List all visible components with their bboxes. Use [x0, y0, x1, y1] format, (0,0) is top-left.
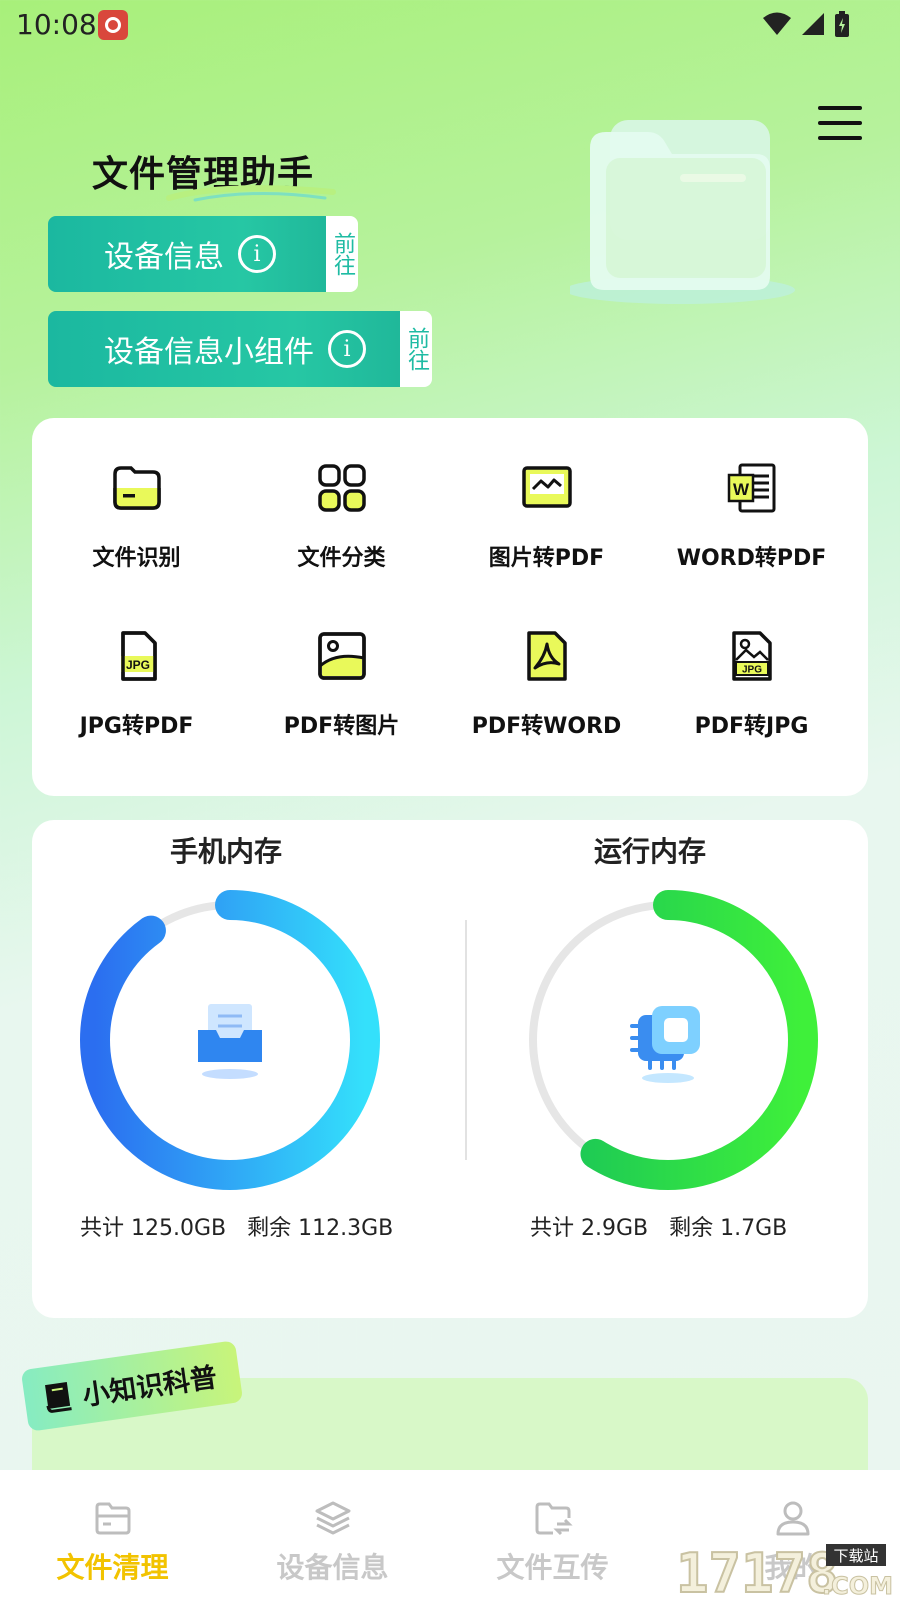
menu-line [818, 121, 862, 125]
phone-storage-title: 手机内存 [170, 835, 283, 868]
widget-button[interactable]: 设备信息小组件 i 前往 [48, 311, 432, 387]
device-info-button-main[interactable]: 设备信息 i [48, 216, 326, 292]
folder-icon [112, 466, 161, 510]
watermark-number: 17178 [676, 1542, 839, 1600]
folder-transfer-icon [535, 1502, 573, 1536]
menu-line [818, 136, 862, 140]
menu-button[interactable] [818, 106, 862, 140]
widget-label: 设备信息小组件 [104, 335, 314, 370]
nav-file-clean[interactable]: 文件清理 [0, 1470, 225, 1600]
signal-icon [802, 13, 824, 35]
jpg-image-icon: JPG [731, 631, 772, 681]
tool-pdf-to-jpg[interactable]: JPG PDF转JPG [647, 630, 856, 740]
status-bar: 10:08 [0, 0, 900, 50]
chip-icon [630, 1006, 700, 1083]
svg-text:JPG: JPG [741, 665, 761, 676]
nav-label: 设备信息 [276, 1551, 389, 1584]
ram-total: 共计 2.9GB [530, 1216, 649, 1241]
nav-device-info[interactable]: 设备信息 [220, 1470, 445, 1600]
tool-label: WORD转PDF [676, 546, 827, 571]
folder-illustration [570, 120, 795, 304]
grid-icon [317, 464, 366, 512]
widget-go-button[interactable]: 前往 [400, 311, 432, 387]
device-info-label: 设备信息 [104, 240, 224, 275]
nav-file-transfer[interactable]: 文件互传 [440, 1470, 665, 1600]
pdf-icon [526, 631, 567, 681]
watermark-sub: 下载站 [833, 1547, 878, 1565]
tool-label: 文件分类 [297, 546, 386, 571]
layers-icon [315, 1501, 350, 1535]
tool-jpg-to-pdf[interactable]: JPG JPG转PDF [32, 630, 241, 740]
phone-free: 剩余 112.3GB [247, 1216, 394, 1241]
tool-word-to-pdf[interactable]: W WORD转PDF [647, 462, 856, 572]
status-time: 10:08 [16, 8, 97, 41]
storage-card: 手机内存 运行内存 共计 125.0GB 剩余 112.3GB 共计 2.9GB… [32, 820, 868, 1318]
tool-file-classify[interactable]: 文件分类 [237, 462, 446, 572]
nav-label: 文件互传 [496, 1551, 609, 1584]
title-underline-decoration [166, 185, 336, 202]
info-icon: i [238, 235, 276, 273]
phone-storage-gauge [80, 890, 380, 1190]
storage-box-icon [198, 1004, 262, 1079]
tool-image-to-pdf[interactable]: 图片转PDF [442, 462, 651, 572]
weibo-icon [98, 10, 128, 40]
ram-storage-title: 运行内存 [594, 835, 707, 868]
phone-total: 共计 125.0GB [80, 1216, 227, 1241]
picture-icon [317, 632, 366, 680]
word-icon: W [727, 463, 775, 513]
widget-button-main[interactable]: 设备信息小组件 i [48, 311, 400, 387]
user-icon [776, 1501, 809, 1536]
watermark-logo: 17178 下载站 .COM [676, 1541, 894, 1600]
knowledge-label: 小知识科普 [80, 1361, 219, 1412]
jpg-file-icon: JPG [120, 631, 157, 681]
tool-pdf-to-word[interactable]: PDF转WORD [442, 630, 651, 740]
tool-label: PDF转图片 [283, 714, 400, 739]
nav-label: 文件清理 [56, 1551, 169, 1584]
wifi-icon [763, 12, 791, 35]
tool-file-recognition[interactable]: 文件识别 [32, 462, 241, 572]
tool-label: 文件识别 [92, 546, 181, 571]
svg-text:JPG: JPG [125, 658, 149, 672]
device-info-button[interactable]: 设备信息 i 前往 [48, 216, 358, 292]
ram-storage-stats: 共计 2.9GB 剩余 1.7GB [530, 1210, 787, 1242]
svg-text:W: W [732, 480, 749, 499]
tools-card: 文件识别 文件分类 图片转PDF W WORD转PDF JPG JPG转PDF … [32, 418, 868, 796]
menu-line [818, 106, 862, 110]
ram-storage-gauge [518, 890, 818, 1190]
device-info-go-button[interactable]: 前往 [326, 216, 358, 292]
tool-label: 图片转PDF [488, 546, 605, 571]
book-icon [45, 1382, 72, 1413]
image-icon [521, 466, 572, 508]
tool-label: PDF转WORD [471, 714, 622, 739]
tool-pdf-to-image[interactable]: PDF转图片 [237, 630, 446, 740]
gauge-divider [465, 920, 467, 1160]
phone-storage-stats: 共计 125.0GB 剩余 112.3GB [80, 1210, 393, 1242]
tool-label: PDF转JPG [694, 714, 809, 739]
folder-icon [95, 1502, 130, 1535]
watermark-domain: .COM [822, 1572, 893, 1600]
battery-icon [835, 11, 849, 37]
status-icons [762, 10, 850, 38]
tool-label: JPG转PDF [79, 714, 194, 739]
ram-free: 剩余 1.7GB [669, 1216, 788, 1241]
info-icon: i [328, 330, 366, 368]
